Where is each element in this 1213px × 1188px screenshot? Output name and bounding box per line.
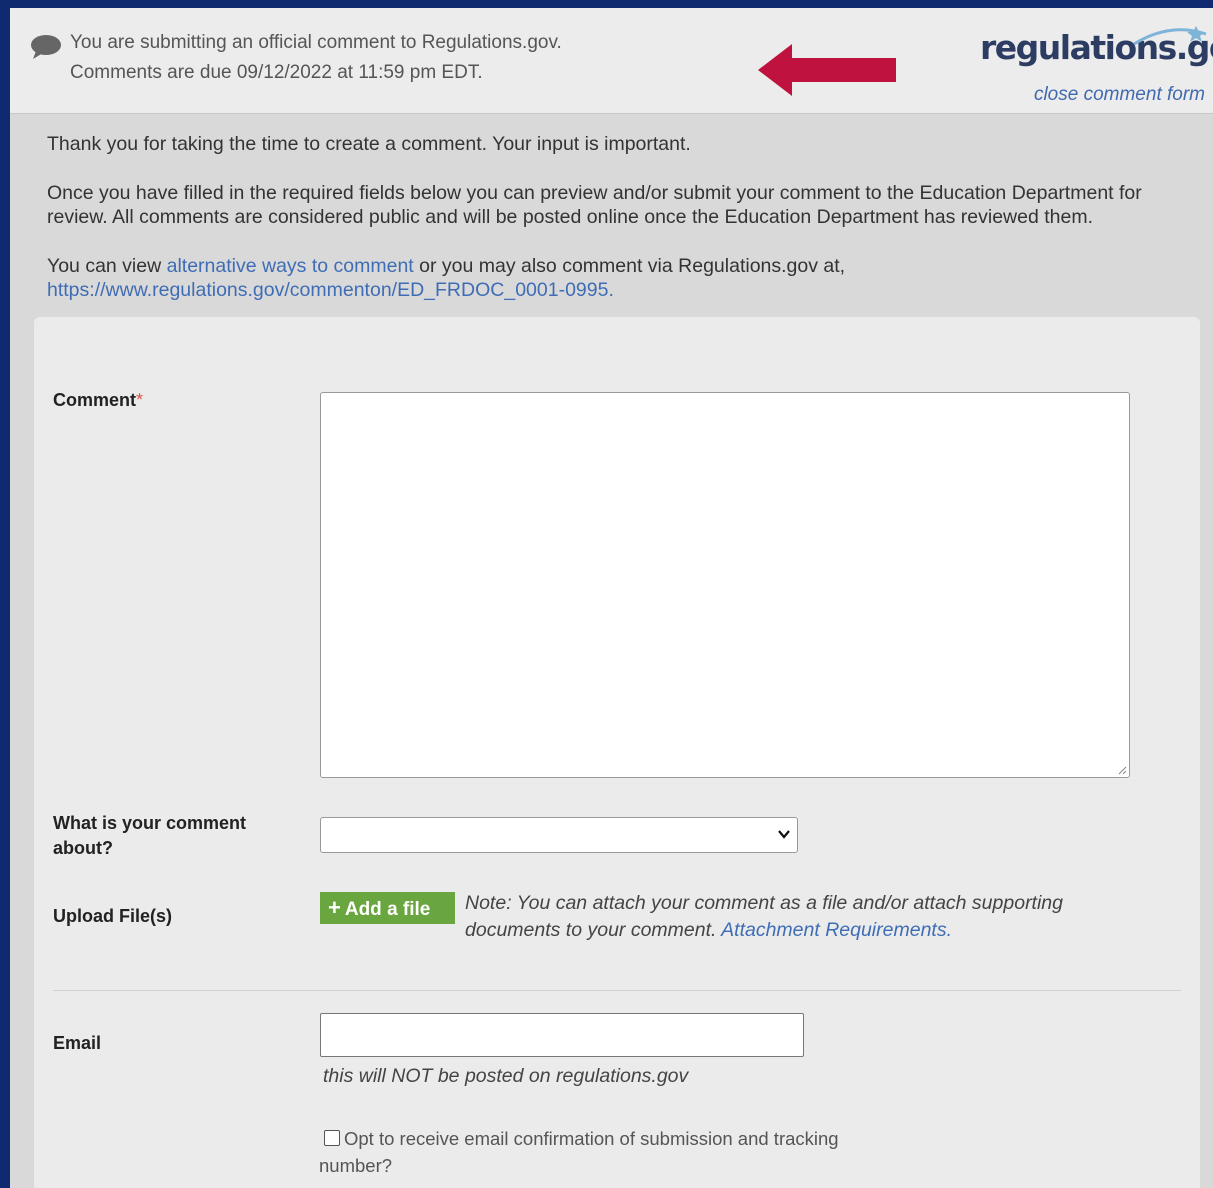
email-field[interactable]: [320, 1013, 804, 1057]
comment-form: Comment* What is your comment about? Upl…: [34, 317, 1200, 1188]
email-confirmation-checkbox[interactable]: [324, 1130, 340, 1146]
attachment-requirements-link[interactable]: Attachment Requirements: [721, 919, 946, 941]
email-label: Email: [53, 1033, 102, 1053]
plus-icon: +: [328, 895, 341, 920]
resize-handle-icon[interactable]: [1117, 765, 1127, 775]
comment-textarea[interactable]: [320, 392, 1130, 778]
regulations-comment-url-link[interactable]: https://www.regulations.gov/commenton/ED…: [47, 279, 608, 301]
chevron-down-icon: [778, 830, 790, 839]
intro-url-suffix: .: [608, 279, 614, 301]
upload-files-label: Upload File(s): [53, 906, 173, 926]
intro-instructions: Once you have filled in the required fie…: [47, 182, 1142, 228]
add-file-button-label: Add a file: [344, 899, 431, 920]
comment-about-select[interactable]: [320, 817, 798, 853]
intro-alt-middle: or you may also comment via Regulations.…: [413, 255, 846, 277]
banner-due-date-text: Comments are due 09/12/2022 at 11:59 pm …: [70, 62, 483, 83]
comment-label-text: Comment: [53, 390, 137, 410]
submission-banner: You are submitting an official comment t…: [10, 8, 1213, 114]
comment-about-label-line1: What is your comment: [53, 813, 247, 833]
alternative-ways-link[interactable]: alternative ways to comment: [167, 255, 414, 277]
add-file-button[interactable]: + Add a file: [320, 892, 455, 924]
required-marker: *: [136, 390, 144, 410]
comment-label: Comment*: [53, 388, 143, 413]
comment-about-label-line2: about?: [53, 838, 113, 858]
intro-text: Thank you for taking the time to create …: [47, 132, 1207, 327]
intro-thank-you: Thank you for taking the time to create …: [47, 133, 691, 155]
section-divider: [53, 990, 1181, 991]
comment-form-frame: You are submitting an official comment t…: [0, 0, 1213, 1188]
email-help-text: this will NOT be posted on regulations.g…: [323, 1065, 689, 1087]
close-comment-form-link[interactable]: close comment form: [1034, 84, 1205, 106]
banner-official-comment-text: You are submitting an official comment t…: [70, 32, 562, 53]
speech-bubble-icon: [31, 35, 61, 59]
intro-alt-prefix: You can view: [47, 255, 167, 277]
attachment-note-suffix: .: [946, 919, 953, 941]
logo-swoosh-icon: [1133, 26, 1207, 46]
email-confirmation-optin-label: Opt to receive email confirmation of sub…: [319, 1128, 839, 1176]
intro-alternatives: You can view alternative ways to comment…: [47, 254, 1207, 302]
attachment-note: Note: You can attach your comment as a f…: [465, 890, 1105, 944]
comment-about-label: What is your comment about?: [53, 811, 246, 861]
left-arrow-annotation-icon: [758, 44, 896, 96]
